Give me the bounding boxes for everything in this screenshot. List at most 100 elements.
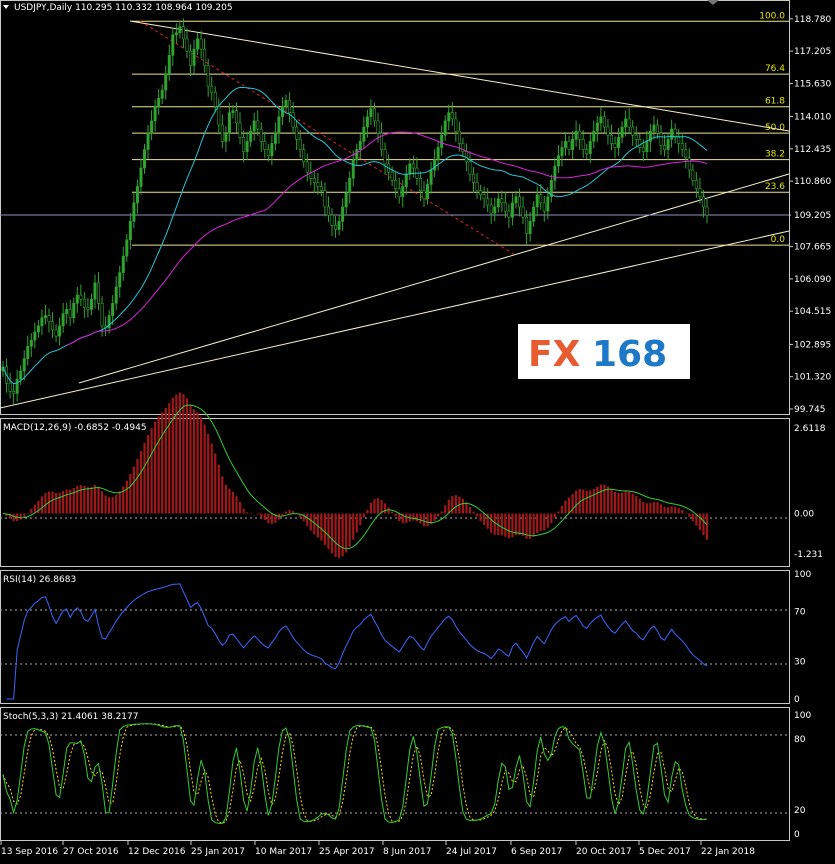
macd-bar [228, 489, 230, 514]
macd-bar [129, 474, 131, 514]
candle-body [554, 166, 556, 180]
time-tick-label: 25 Jan 2017 [191, 847, 245, 857]
macd-bar [119, 491, 121, 513]
macd-bar [515, 514, 517, 536]
candle-body [122, 256, 124, 272]
candle-body [624, 119, 626, 127]
macd-bar [639, 499, 641, 514]
candle-body [359, 141, 361, 149]
macd-bar [472, 512, 474, 514]
candle-body [228, 113, 230, 133]
macd-bar [94, 485, 96, 514]
candle-body [568, 141, 570, 149]
candle-body [635, 135, 637, 139]
macd-bar [154, 422, 156, 514]
macd-bar [101, 491, 103, 513]
candle-body [186, 39, 188, 51]
candle-body [561, 148, 563, 156]
macd-bar [264, 514, 266, 521]
macd-bar [172, 398, 174, 514]
macd-bar [20, 514, 22, 520]
candle-body [34, 332, 36, 340]
candle-body [320, 186, 322, 190]
candle-body [133, 203, 135, 221]
macd-bar [242, 509, 244, 514]
macd-bar [412, 514, 414, 521]
macd-bar [352, 514, 354, 540]
macd-tick-label: 2.6118 [794, 424, 826, 434]
macd-bar [246, 512, 248, 513]
macd-bar [196, 412, 198, 513]
candle-body [695, 180, 697, 188]
macd-bar [671, 506, 673, 513]
candle-body [504, 203, 506, 211]
candle-body [136, 186, 138, 202]
candle-body [536, 195, 538, 207]
macd-bar [331, 514, 333, 554]
candle-body [394, 180, 396, 188]
candle-body [83, 299, 85, 307]
candle-body [398, 189, 400, 197]
candle-body [575, 131, 577, 139]
candle-body [557, 156, 559, 166]
candle-body [628, 119, 630, 127]
candle-body [165, 74, 167, 90]
fib-level-label: 76.4 [765, 64, 785, 74]
macd-bar [681, 510, 683, 513]
candle-body [688, 158, 690, 170]
candle-body [207, 66, 209, 86]
candle-body [140, 168, 142, 186]
chart-title: USDJPY,Daily 110.295 110.332 108.964 109… [14, 3, 233, 13]
candle-body [419, 178, 421, 190]
macd-bar [225, 485, 227, 514]
price-tick-label: 115.630 [794, 79, 831, 89]
candle-body [660, 133, 662, 145]
candle-body [656, 125, 658, 133]
candle-body [306, 162, 308, 172]
macd-bar [653, 502, 655, 514]
macd-bar [158, 416, 160, 513]
candle-body [348, 178, 350, 192]
candle-body [391, 172, 393, 180]
candle-body [356, 150, 358, 160]
usdjpy-chart-window: 118.780117.205115.630114.010112.435110.8… [0, 0, 835, 860]
macd-bar [575, 490, 577, 513]
macd-bar [646, 503, 648, 513]
macd-bar [104, 495, 106, 513]
macd-bar [706, 514, 708, 540]
candle-body [338, 221, 340, 229]
candle-body [494, 207, 496, 213]
macd-bar [260, 514, 262, 518]
macd-bar [632, 494, 634, 514]
candle-body [440, 135, 442, 147]
macd-bar [186, 398, 188, 513]
candle-body [299, 139, 301, 149]
candle-body [621, 127, 623, 137]
macd-bar [547, 514, 549, 528]
candle-body [699, 189, 701, 197]
candle-body [702, 197, 704, 207]
macd-title: MACD(12,26,9) -0.6852 -0.4945 [3, 423, 147, 433]
macd-bar [356, 514, 358, 533]
macd-bar [133, 467, 135, 514]
candle-body [119, 273, 121, 287]
time-tick-label: 24 Jul 2017 [446, 847, 497, 857]
macd-bar [288, 510, 290, 513]
candle-body [313, 178, 315, 182]
macd-bar [568, 498, 570, 514]
price-tick-label: 106.090 [794, 275, 831, 285]
time-tick-label: 5 Dec 2017 [639, 847, 691, 857]
macd-bar [522, 514, 524, 536]
macd-bar [370, 503, 372, 514]
price-tick-label: 109.205 [794, 211, 831, 221]
macd-bar [211, 443, 213, 513]
candle-body [179, 27, 181, 33]
candle-body [681, 143, 683, 149]
macd-bar [235, 496, 237, 513]
candle-body [129, 221, 131, 239]
candle-body [345, 193, 347, 207]
candle-body [677, 137, 679, 143]
candle-body [175, 33, 177, 35]
candle-body [540, 195, 542, 203]
candle-body [264, 141, 266, 149]
